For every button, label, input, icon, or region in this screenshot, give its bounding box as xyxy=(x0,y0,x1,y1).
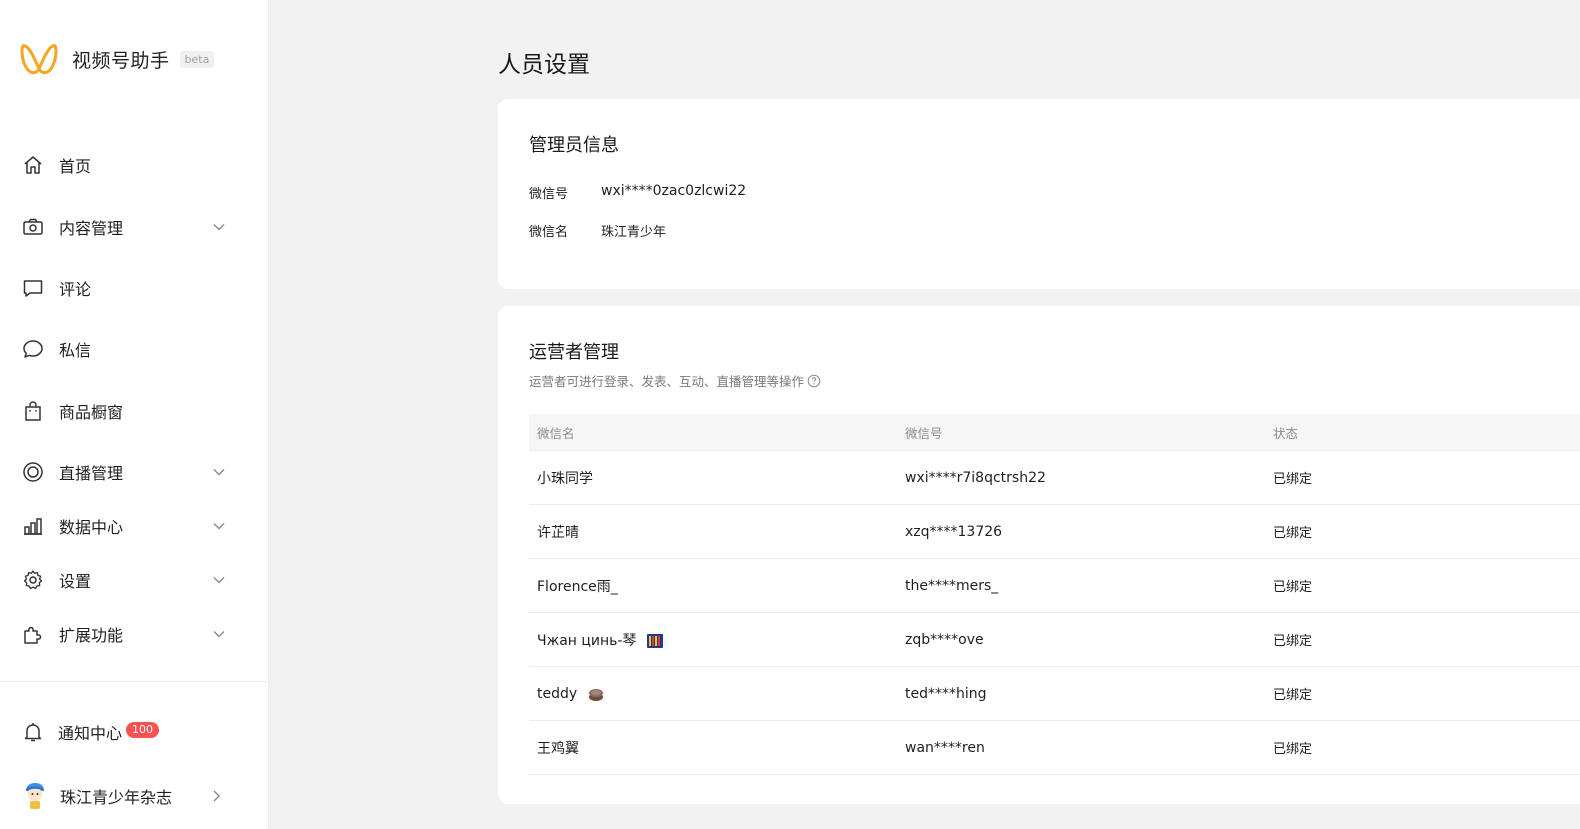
sidebar-item-extensions[interactable]: 扩展功能 xyxy=(22,619,232,649)
flag-emoji xyxy=(646,633,663,648)
sidebar-item-label: 首页 xyxy=(59,157,92,176)
live-circle-icon xyxy=(22,461,44,483)
bell-icon xyxy=(24,723,42,742)
operator-wechat-id: wan****ren xyxy=(905,739,985,756)
operator-name-cell: Чжан цинь-琴 xyxy=(529,630,897,650)
sidebar-item-comments[interactable]: 评论 xyxy=(22,273,232,303)
subtitle-text: 运营者可进行登录、发表、互动、直播管理等操作 xyxy=(529,374,805,389)
account-name: 珠江青少年杂志 xyxy=(60,788,173,807)
gear-icon xyxy=(22,569,44,591)
column-header-wechat-id: 微信号 xyxy=(905,425,943,441)
wechat-id-value: wxi****0zac0zlcwi22 xyxy=(601,183,747,199)
table-row: teddy ted****hing 已绑定 xyxy=(529,667,1580,721)
operator-name: teddy xyxy=(537,685,578,702)
sidebar-item-content[interactable]: 内容管理 xyxy=(22,212,232,242)
notification-count-badge: 100 xyxy=(126,722,160,738)
operator-status: 已绑定 xyxy=(1273,526,1313,541)
operator-status: 已绑定 xyxy=(1273,580,1313,595)
operator-name-cell: teddy xyxy=(529,686,897,702)
operator-status: 已绑定 xyxy=(1273,472,1313,487)
sidebar-divider xyxy=(0,681,268,682)
operator-wechat-id: xzq****13726 xyxy=(905,523,1003,540)
sidebar-item-label: 私信 xyxy=(59,341,92,360)
table-header: 微信名 微信号 状态 xyxy=(529,414,1580,451)
sidebar-item-label: 扩展功能 xyxy=(59,626,124,645)
sidebar-item-data[interactable]: 数据中心 xyxy=(22,511,232,541)
operator-name: Florence雨_ xyxy=(537,578,618,595)
brand[interactable]: 视频号助手 beta xyxy=(20,40,215,78)
operator-wechat-id: wxi****r7i8qctrsh22 xyxy=(905,469,1046,486)
operator-name: 许芷晴 xyxy=(537,524,579,541)
sidebar: 视频号助手 beta 首页 内容管理 评论 私信 商品橱窗 直播管理 数据中心 … xyxy=(0,0,269,829)
operator-wechat-id: the****mers_ xyxy=(905,577,999,594)
table-row: 许芷晴 xzq****13726 已绑定 xyxy=(529,505,1580,559)
notification-center[interactable]: 通知中心 100 xyxy=(22,720,160,744)
admin-info-title: 管理员信息 xyxy=(529,135,619,156)
operator-management-subtitle: 运营者可进行登录、发表、互动、直播管理等操作 xyxy=(529,371,821,390)
avatar xyxy=(26,783,44,809)
cake-emoji xyxy=(588,688,603,701)
comment-icon xyxy=(22,277,44,299)
message-bubble-icon xyxy=(22,338,44,360)
puzzle-icon xyxy=(22,623,44,645)
chevron-down-icon[interactable] xyxy=(212,220,226,234)
beta-badge: beta xyxy=(179,50,215,68)
sidebar-item-label: 评论 xyxy=(59,280,92,299)
operator-status: 已绑定 xyxy=(1273,742,1313,757)
column-header-wechat-name: 微信名 xyxy=(537,425,575,441)
camera-icon xyxy=(22,216,44,238)
operator-name: Чжан цинь-琴 xyxy=(537,632,637,649)
operator-name: 小珠同学 xyxy=(537,470,593,487)
sidebar-item-shop[interactable]: 商品橱窗 xyxy=(22,396,232,426)
sidebar-item-label: 设置 xyxy=(59,572,92,591)
chevron-right-icon xyxy=(213,790,220,802)
chevron-down-icon[interactable] xyxy=(212,627,226,641)
table-row: Florence雨_ the****mers_ 已绑定 xyxy=(529,559,1580,613)
help-icon[interactable] xyxy=(807,374,821,388)
sidebar-item-settings[interactable]: 设置 xyxy=(22,565,232,595)
admin-info-card: 管理员信息 微信号 wxi****0zac0zlcwi22 微信名 珠江青少年 xyxy=(498,99,1580,289)
sidebar-item-label: 数据中心 xyxy=(59,518,124,537)
account-switcher[interactable]: 珠江青少年杂志 xyxy=(22,782,232,810)
operator-wechat-id: zqb****ove xyxy=(905,631,984,648)
shopping-bag-icon xyxy=(22,400,44,422)
operator-wechat-id: ted****hing xyxy=(905,685,987,702)
table-row: 王鸡翼 wan****ren 已绑定 xyxy=(529,721,1580,775)
sidebar-item-label: 商品橱窗 xyxy=(59,403,124,422)
operator-management-card: 运营者管理 运营者可进行登录、发表、互动、直播管理等操作 微信名 微信号 状态 … xyxy=(498,306,1580,804)
chevron-down-icon[interactable] xyxy=(212,519,226,533)
channels-logo-icon xyxy=(20,44,58,75)
operator-status: 已绑定 xyxy=(1273,634,1313,649)
sidebar-item-messages[interactable]: 私信 xyxy=(22,334,232,364)
bar-chart-icon xyxy=(22,515,44,537)
admin-wechat-id-row: 微信号 wxi****0zac0zlcwi22 xyxy=(529,183,746,202)
operators-table: 微信名 微信号 状态 小珠同学 wxi****r7i8qctrsh22 已绑定 … xyxy=(529,414,1580,775)
sidebar-item-label: 直播管理 xyxy=(59,464,124,483)
app-name: 视频号助手 xyxy=(72,49,170,72)
admin-wechat-name-row: 微信名 珠江青少年 xyxy=(529,221,666,240)
column-header-status: 状态 xyxy=(1273,425,1299,441)
chevron-down-icon[interactable] xyxy=(212,465,226,479)
table-row: 小珠同学 wxi****r7i8qctrsh22 已绑定 xyxy=(529,451,1580,505)
wechat-name-label: 微信名 xyxy=(529,225,569,240)
chevron-down-icon[interactable] xyxy=(212,573,226,587)
sidebar-item-live[interactable]: 直播管理 xyxy=(22,457,232,487)
wechat-name-value: 珠江青少年 xyxy=(601,225,667,240)
sidebar-item-home[interactable]: 首页 xyxy=(22,150,232,180)
table-row: Чжан цинь-琴 zqb****ove 已绑定 xyxy=(529,613,1580,667)
page-title: 人员设置 xyxy=(498,52,590,78)
operator-name: 王鸡翼 xyxy=(537,740,579,757)
notification-label: 通知中心 xyxy=(58,724,123,743)
sidebar-item-label: 内容管理 xyxy=(59,219,124,238)
operator-status: 已绑定 xyxy=(1273,688,1313,703)
operator-management-title: 运营者管理 xyxy=(529,342,619,363)
wechat-id-label: 微信号 xyxy=(529,187,569,202)
home-icon xyxy=(22,154,44,176)
